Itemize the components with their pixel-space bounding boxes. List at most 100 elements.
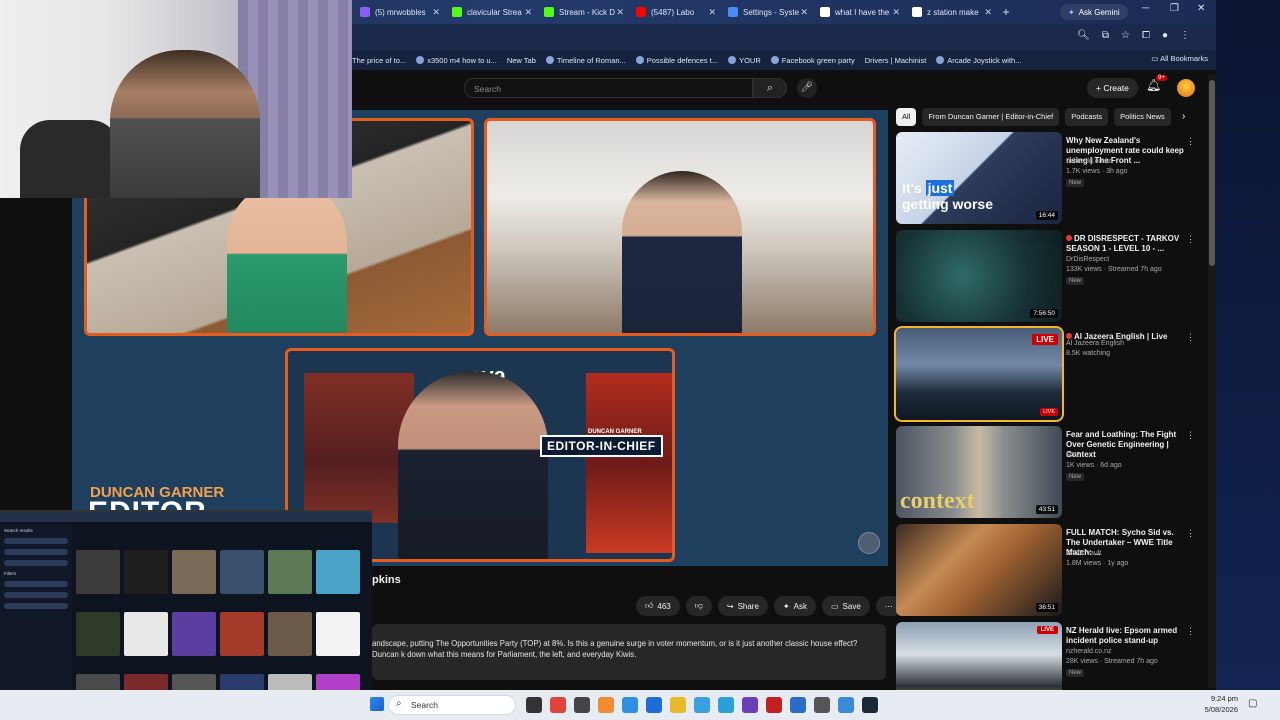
dislike-button[interactable]: 👎︎ [685,596,712,616]
recommendation-item[interactable]: context 43:51 Fear and Loathing: The Fig… [896,426,1196,518]
tab-close-icon[interactable]: ✕ [800,7,808,18]
video-thumbnail[interactable]: It's just getting worse 16:44 [896,132,1062,224]
steam-icon[interactable] [862,697,878,713]
firefox-icon[interactable] [598,697,614,713]
channel-name[interactable]: WWE Vault [1066,550,1101,557]
edge-icon[interactable] [622,697,638,713]
bookmark[interactable]: The price of to... [352,56,406,65]
file-explorer-icon[interactable] [670,697,686,713]
recommendation-item[interactable]: 36:51 FULL MATCH: Sycho Sid vs. The Unde… [896,524,1196,616]
share-button[interactable]: ↪ Share [717,596,768,616]
chair [20,120,120,198]
profile-avatar-icon[interactable]: ● [1162,30,1168,41]
channel-name[interactable]: nzherald.co.nz [1066,158,1112,165]
bookmark[interactable]: Timeline of Roman... [545,56,626,65]
more-options-icon[interactable]: ⋮ [1186,430,1195,441]
browser-tab[interactable]: clavicular Strea ✕ [444,0,536,24]
browser-tab[interactable]: z station make ✕ [904,0,996,24]
tab-close-icon[interactable]: ✕ [892,7,900,18]
task-view-icon[interactable] [526,697,542,713]
channel-name[interactable]: nzherald.co.nz [1066,648,1112,655]
open-in-app-icon[interactable]: ⧉ [1102,30,1109,41]
bookmark[interactable]: YOUR [728,56,761,65]
close-window-icon[interactable]: ✕ [1197,3,1205,14]
browser-tab[interactable]: (5) mrwobbles ✕ [352,0,444,24]
bookmark[interactable]: New Tab [507,56,536,65]
tab-close-icon[interactable]: ✕ [432,7,440,18]
more-options-icon[interactable]: ⋮ [1186,136,1195,147]
recommendation-title[interactable]: DR DISRESPECT - TARKOV SEASON 1 - LEVEL … [1066,234,1184,254]
more-options-icon[interactable]: ⋮ [1186,234,1195,245]
notifications-icon[interactable]: ▢ [1248,698,1257,709]
more-options-icon[interactable]: ⋮ [1186,332,1195,343]
new-badge: New [1066,277,1085,285]
menu-icon[interactable]: ⋮ [1180,30,1190,41]
channel-name[interactable]: DrDisRespect [1066,256,1109,263]
browser-tab[interactable]: Settings - Syste ✕ [720,0,812,24]
video-thumbnail[interactable]: LIVE LIVE [894,326,1064,422]
streamer-person [110,50,260,198]
chip-from-channel[interactable]: From Duncan Garner | Editor-in-Chief [922,108,1060,126]
chevron-right-icon[interactable]: › [1182,111,1185,122]
tab-close-icon[interactable]: ✕ [524,7,532,18]
bookmark[interactable]: x3500 m4 how to u... [416,56,497,65]
recommendation-title[interactable]: NZ Herald live: Epsom armed incident pol… [1066,626,1184,646]
ask-button[interactable]: ✦ Ask [773,596,816,616]
more-options-icon[interactable]: ⋮ [1186,626,1195,637]
browser-tab-active[interactable]: (5487) Labo ✕ [628,0,720,24]
recommendation-item[interactable]: 7:56:50 DR DISRESPECT - TARKOV SEASON 1 … [896,230,1196,322]
app-icon[interactable] [766,697,782,713]
tab-close-icon[interactable]: ✕ [616,7,624,18]
extensions-icon[interactable]: ⧠ [1142,30,1150,41]
minimize-icon[interactable]: ─ [1142,3,1149,14]
search-icon[interactable]: ⌕ [753,78,787,98]
like-button[interactable]: 👍︎ 463 [636,596,680,616]
bookmark[interactable]: Drivers | Machinist [865,56,927,65]
avatar[interactable] [1177,79,1195,97]
browser-tab[interactable]: Stream - Kick D ✕ [536,0,628,24]
recommendation-item[interactable]: It's just getting worse 16:44 Why New Zea… [896,132,1196,224]
tab-close-icon[interactable]: ✕ [708,7,716,18]
chip-politics-news[interactable]: Politics News [1114,108,1171,126]
all-bookmarks-button[interactable]: ▭ All Bookmarks [1151,54,1208,63]
video-thumbnail[interactable]: context 43:51 [896,426,1062,518]
recommendation-item[interactable]: LIVE LIVE Al Jazeera English | Live Al J… [894,326,1196,422]
channel-watermark[interactable] [858,532,880,554]
chrome-icon[interactable] [550,697,566,713]
tab-close-icon[interactable]: ✕ [984,7,992,18]
scrollbar-thumb[interactable] [1209,80,1215,266]
microphone-icon[interactable]: 🎤︎ [797,78,817,98]
chip-podcasts[interactable]: Podcasts [1065,108,1109,126]
settings-icon[interactable] [814,697,830,713]
video-thumbnail[interactable]: 7:56:50 [896,230,1062,322]
new-tab-button[interactable]: + [996,5,1016,19]
outlook-icon[interactable] [646,697,662,713]
bookmark[interactable]: Facebook green party [770,56,855,65]
create-button[interactable]: + Create [1087,78,1138,98]
recommendation-title[interactable]: Fear and Loathing: The Fight Over Geneti… [1066,430,1184,460]
search-input[interactable]: Search [464,78,753,98]
app-icon[interactable] [574,697,590,713]
app-icon[interactable] [790,697,806,713]
telegram-icon[interactable] [718,697,734,713]
zoom-icon[interactable]: 🔍︎ [1077,30,1090,41]
browser-tab[interactable]: what I have the ✕ [812,0,904,24]
bookmark[interactable]: Arcade Joystick with... [936,56,1021,65]
save-button[interactable]: ▭ Save [821,596,870,616]
taskbar-search-input[interactable]: Search [388,695,516,715]
chip-all[interactable]: All [896,108,917,126]
more-options-icon[interactable]: ⋮ [1186,528,1195,539]
app-icon[interactable] [742,697,758,713]
channel-name[interactable]: RNZ [1066,452,1080,459]
bookmark-star-icon[interactable]: ☆ [1121,30,1130,41]
taskbar-clock[interactable]: 9:24 pm 5/08/2026 [1176,693,1238,715]
video-description[interactable]: andscape, putting The Opportunities Part… [372,624,886,680]
app-icon[interactable] [694,697,710,713]
restore-icon[interactable]: ❐ [1170,3,1179,14]
start-icon[interactable] [370,697,384,711]
channel-name[interactable]: Al Jazeera English [1066,340,1124,347]
app-icon[interactable] [838,697,854,713]
video-thumbnail[interactable]: 36:51 [896,524,1062,616]
bookmark[interactable]: Possible defences t... [635,56,718,65]
ask-gemini-button[interactable]: ✦ Ask Gemini [1060,4,1128,20]
